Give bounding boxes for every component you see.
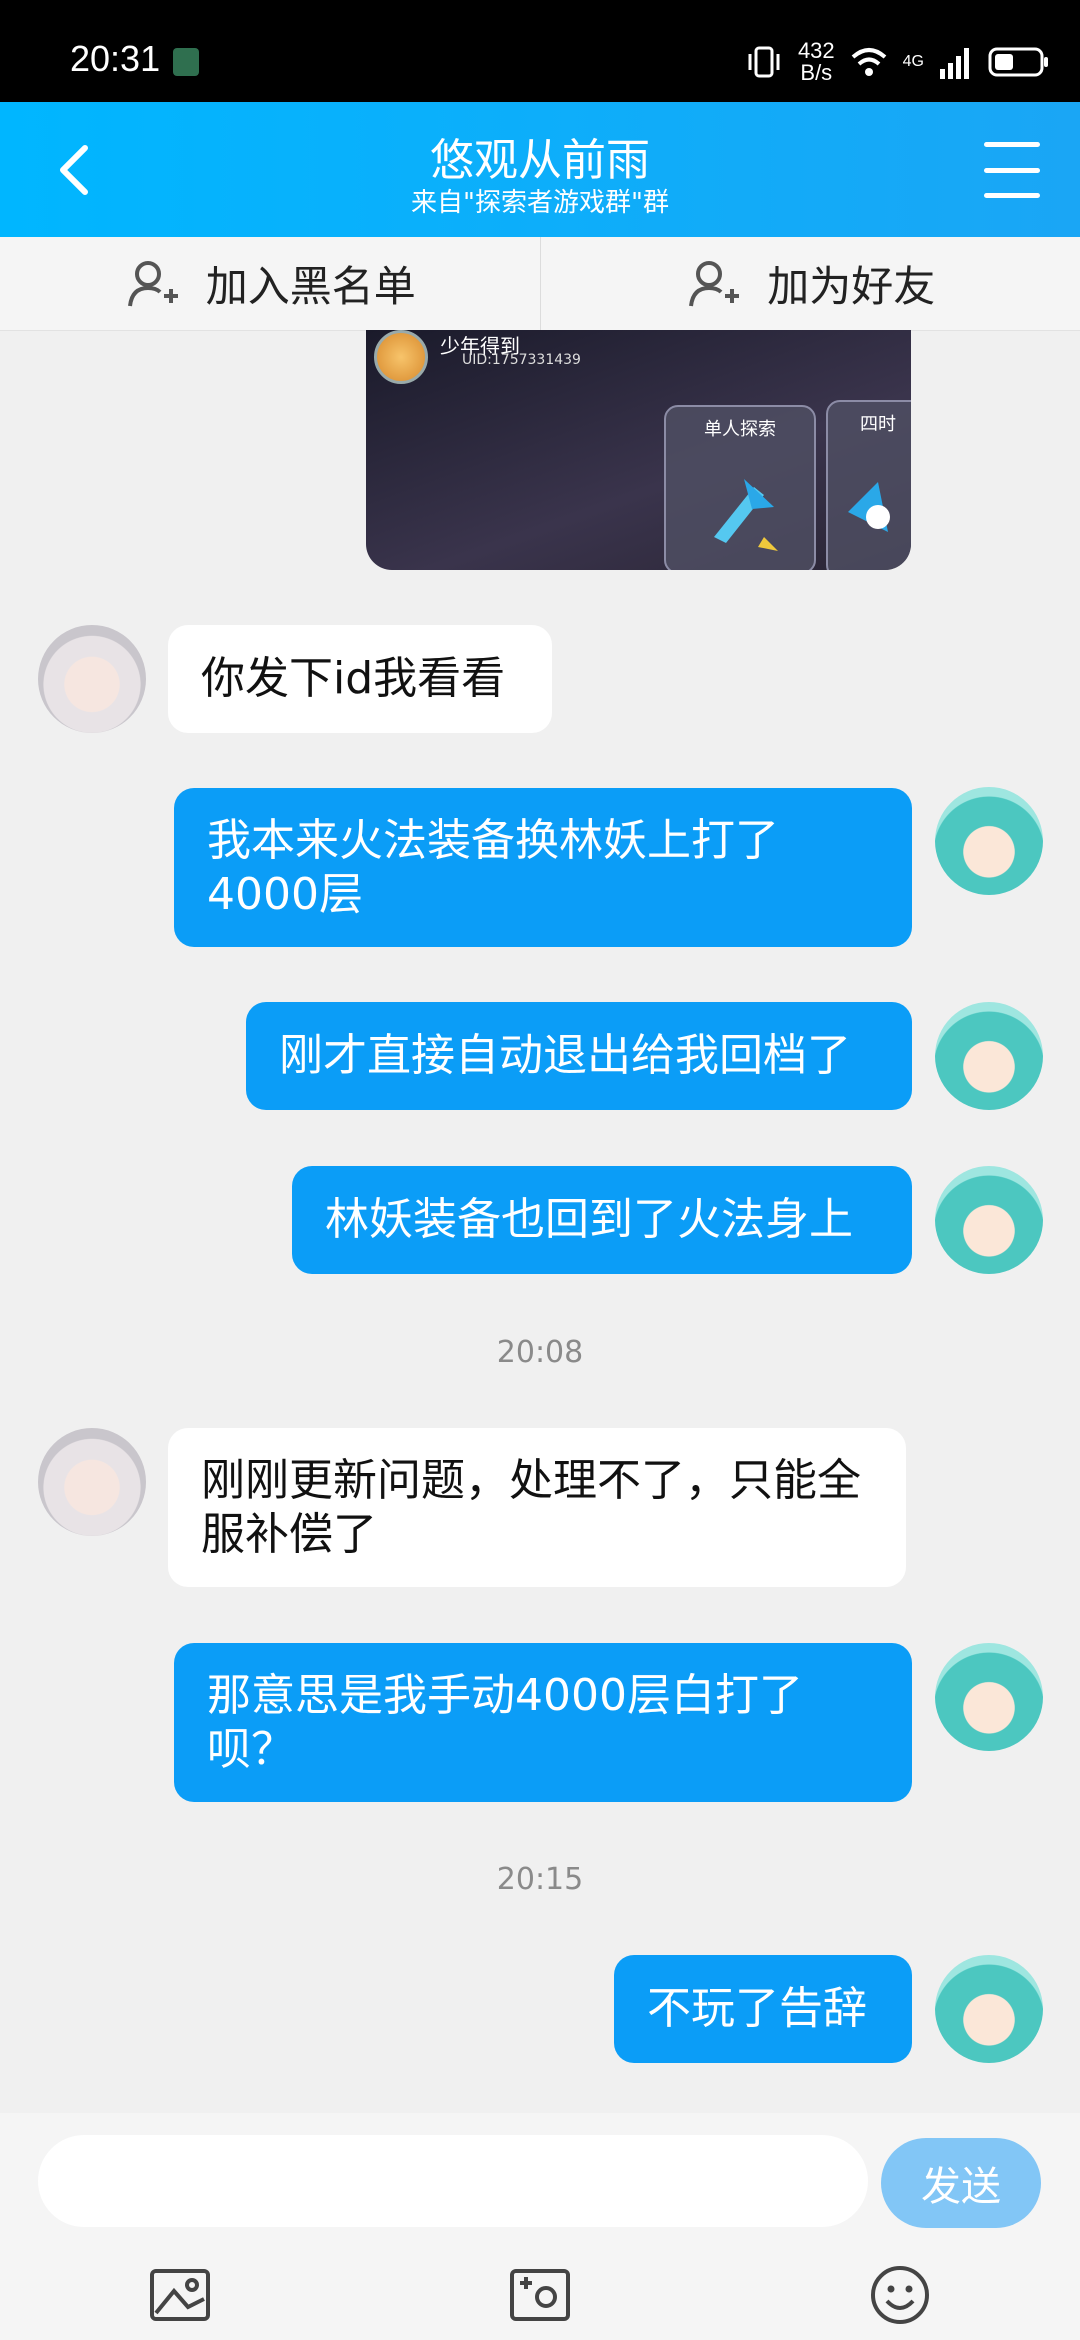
add-friend-button[interactable]: 加为好友 [541, 237, 1080, 330]
message-bubble: 你发下id我看看 [168, 625, 552, 733]
game-card-solo: 单人探索 [664, 405, 816, 570]
input-area: 发送 [0, 2113, 1080, 2340]
chat-title: 悠观从前雨 [430, 135, 650, 186]
game-avatar [374, 330, 428, 384]
chat-header: 悠观从前雨 来自"探索者游戏群"群 [0, 102, 1080, 237]
message-bubble: 林妖装备也回到了火法身上 [292, 1166, 912, 1274]
battery-icon [988, 47, 1048, 77]
emoji-button[interactable] [868, 2263, 932, 2327]
message-bubble: 刚刚更新问题，处理不了，只能全服补偿了 [168, 1428, 906, 1587]
game-card-seasons: 四时 [826, 400, 911, 570]
menu-icon [984, 142, 1040, 147]
message-bubble: 刚才直接自动退出给我回档了 [246, 1002, 912, 1110]
blacklist-label: 加入黑名单 [205, 262, 416, 311]
sword-icon [714, 479, 778, 551]
chat-subtitle: 来自"探索者游戏群"群 [411, 188, 669, 218]
message-input[interactable] [38, 2135, 868, 2227]
status-bar: 20:31 432 B/s 4G [0, 0, 1080, 102]
status-indicators: 432 B/s 4G [744, 32, 1050, 92]
net-speed: 432 B/s [797, 38, 835, 85]
contact-avatar[interactable] [38, 625, 146, 733]
action-bar: 加入黑名单 加为好友 [0, 237, 1080, 331]
vibrate-icon [748, 46, 780, 78]
network-type: 4G [902, 53, 924, 70]
signal-icon [940, 48, 969, 79]
camera-button[interactable] [508, 2263, 572, 2327]
message-bubble: 不玩了告辞 [614, 1955, 912, 2063]
send-button[interactable]: 发送 [881, 2138, 1041, 2228]
add-friend-label: 加为好友 [767, 262, 936, 311]
image-icon [150, 2269, 210, 2321]
timestamp: 20:08 [496, 1335, 584, 1370]
message-bubble: 我本来火法装备换林妖上打了4000层 [174, 788, 912, 947]
my-avatar[interactable] [935, 1002, 1043, 1110]
group-icon [848, 482, 890, 532]
menu-button[interactable] [984, 142, 1040, 198]
image-message[interactable]: 少年得到 UID:1757331439 单人探索 四时 [366, 330, 911, 570]
message-bubble: 那意思是我手动4000层白打了呗？ [174, 1643, 912, 1802]
add-to-blacklist-button[interactable]: 加入黑名单 [0, 237, 540, 330]
contact-avatar[interactable] [38, 1428, 146, 1536]
camera-icon [510, 2269, 570, 2321]
my-avatar[interactable] [935, 787, 1043, 895]
status-time: 20:31 [70, 38, 161, 79]
emoji-icon [871, 2266, 929, 2324]
add-user-icon [127, 260, 178, 306]
my-avatar[interactable] [935, 1643, 1043, 1751]
game-uid: UID:1757331439 [462, 352, 581, 368]
my-avatar[interactable] [935, 1955, 1043, 2063]
add-user-icon [689, 260, 740, 306]
image-button[interactable] [148, 2263, 212, 2327]
wifi-icon [851, 48, 886, 76]
timestamp: 20:15 [496, 1862, 584, 1897]
my-avatar[interactable] [935, 1166, 1043, 1274]
app-notification-icon [173, 48, 199, 76]
